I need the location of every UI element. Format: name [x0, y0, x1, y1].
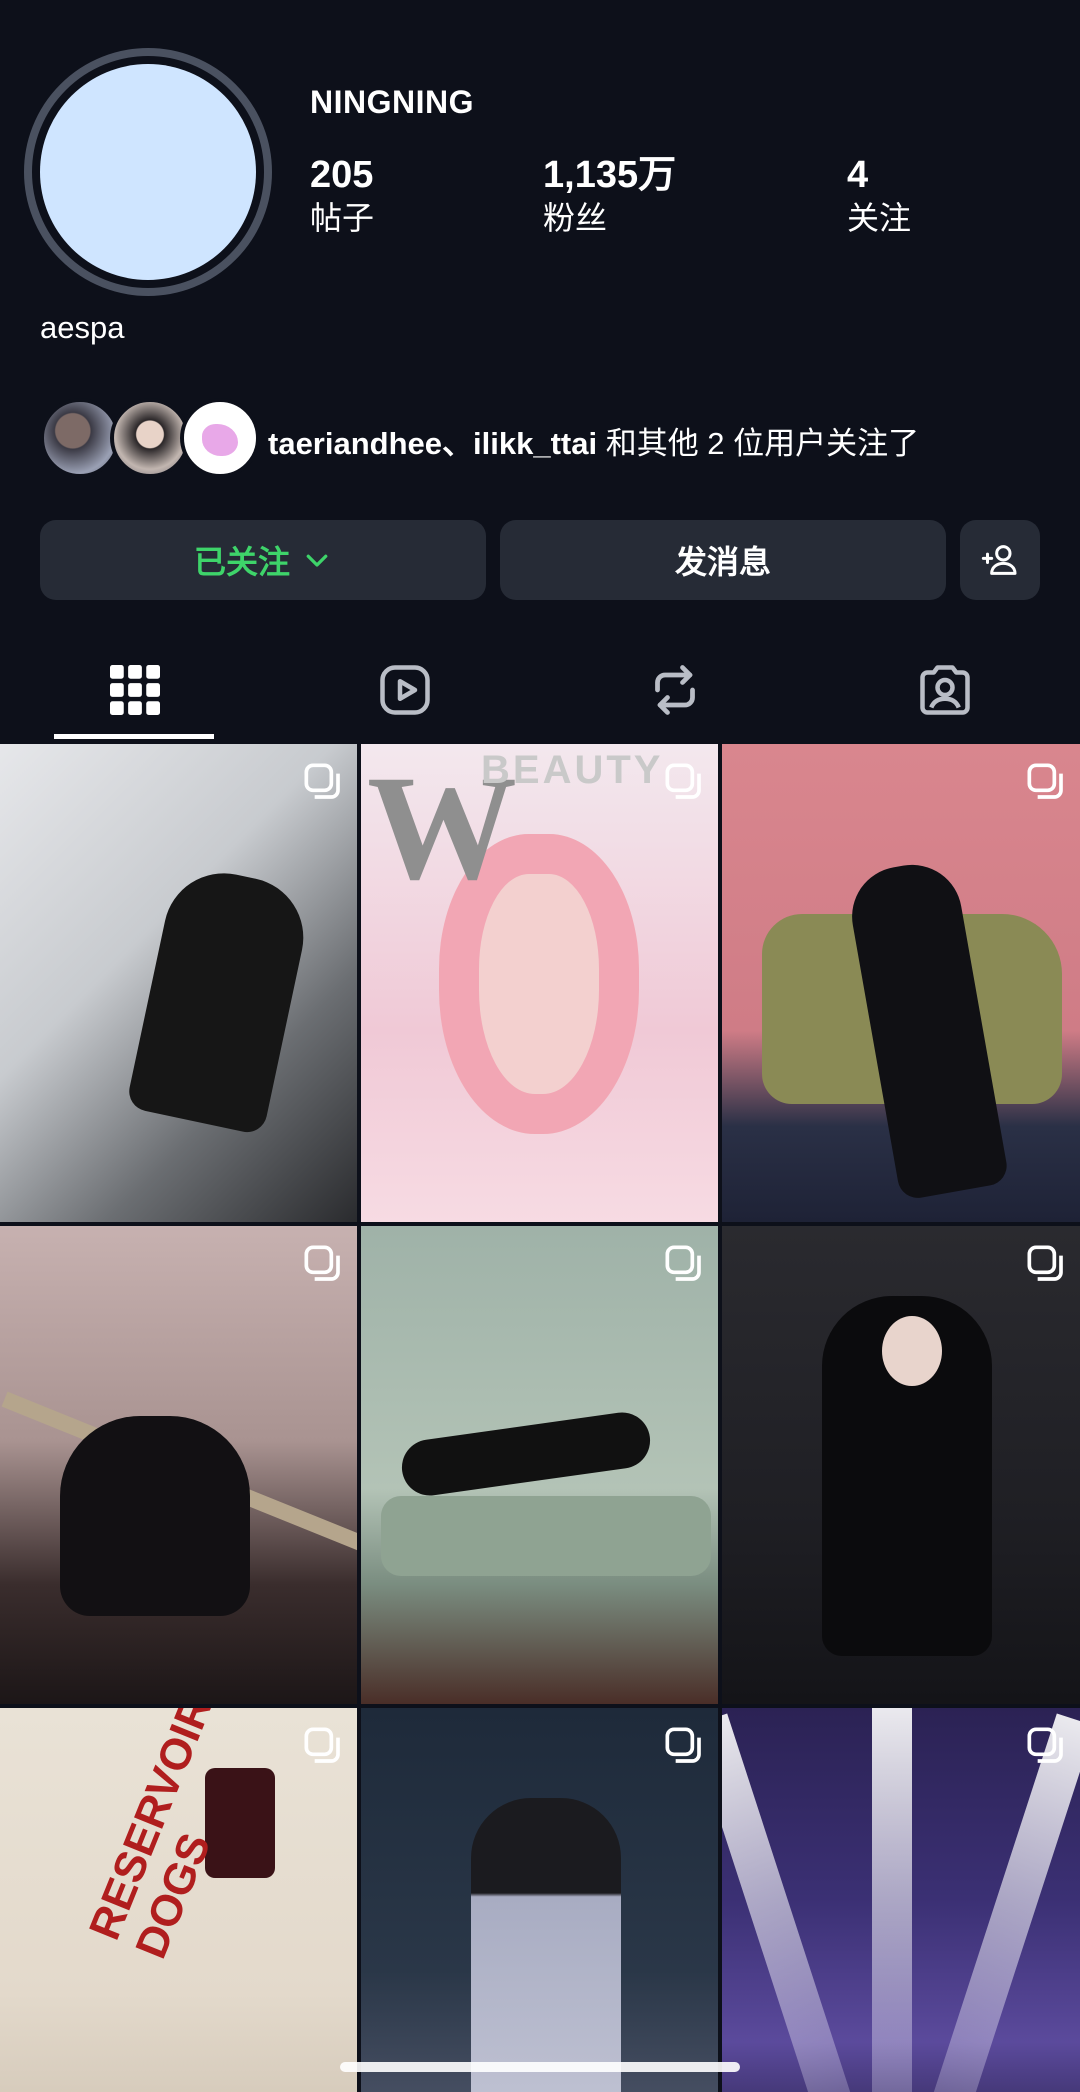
stage-light-beam [909, 1713, 1080, 2092]
username: NINGNING [310, 84, 474, 120]
add-user-icon [981, 545, 1017, 575]
post-thumbnail[interactable]: W BEAUTY [361, 744, 718, 1222]
multiple-photos-icon [665, 1727, 701, 1763]
post-thumbnail[interactable] [722, 1708, 1080, 2092]
display-name: aespa [40, 310, 125, 345]
multiple-photos-icon [304, 1727, 340, 1763]
stage-light-beam [722, 1713, 875, 2092]
multiple-photos-icon [1027, 1727, 1063, 1763]
mutual-followers-suffix: 和其他 2 位用户关注了 [597, 426, 920, 461]
tab-tagged[interactable] [810, 640, 1080, 740]
post-thumbnail[interactable]: RESERVOIR DOGS [0, 1708, 357, 2092]
post-thumbnail[interactable] [0, 744, 357, 1222]
multiple-photos-icon [665, 1245, 701, 1281]
post-thumbnail[interactable] [722, 1226, 1080, 1704]
chevron-down-icon [306, 554, 328, 567]
post-face [882, 1316, 942, 1386]
tab-reels[interactable] [270, 640, 540, 740]
post-thumbnail[interactable] [361, 1226, 718, 1704]
add-user-button[interactable] [960, 520, 1040, 600]
profile-header: aespa NINGNING 205 帖子 1,135万 粉丝 4 关注 tae… [0, 0, 1080, 750]
mutual-followers[interactable]: taeriandhee、ilikk_ttai 和其他 2 位用户关注了 [40, 398, 1060, 478]
message-button-label: 发消息 [674, 544, 771, 580]
multiple-photos-icon [304, 1245, 340, 1281]
stat-posts[interactable]: 205 帖子 [310, 154, 375, 236]
post-figure [471, 1798, 621, 2092]
avatar[interactable] [24, 48, 272, 296]
magazine-subtitle: BEAUTY [481, 748, 664, 792]
multiple-photos-icon [1027, 1245, 1063, 1281]
mutual-avatar [110, 398, 190, 478]
grid-icon [110, 665, 160, 715]
stat-following-value: 4 [847, 154, 869, 196]
mutual-avatar [40, 398, 120, 478]
multiple-photos-icon [304, 763, 340, 799]
post-thumbnail[interactable] [722, 744, 1080, 1222]
mutual-avatar [180, 398, 260, 478]
avatar-image [40, 64, 256, 280]
stat-followers-value: 1,135万 [543, 154, 677, 196]
mutual-avatar-logo [202, 424, 238, 456]
tab-reposts[interactable] [540, 640, 810, 740]
tagged-icon [920, 665, 970, 715]
stat-following[interactable]: 4 关注 [847, 154, 912, 236]
active-tab-indicator [54, 734, 214, 739]
post-bed [381, 1496, 711, 1576]
mutual-followers-names: taeriandhee、ilikk_ttai [268, 426, 598, 461]
mutual-followers-text: taeriandhee、ilikk_ttai 和其他 2 位用户关注了 [268, 418, 919, 463]
post-figure [60, 1416, 250, 1616]
following-button[interactable]: 已关注 [40, 520, 486, 600]
stat-posts-value: 205 [310, 154, 374, 196]
stat-posts-label: 帖子 [310, 199, 375, 236]
repost-icon [655, 665, 695, 715]
multiple-photos-icon [665, 763, 701, 799]
post-thumbnail[interactable] [0, 1226, 357, 1704]
stat-following-label: 关注 [847, 199, 912, 236]
tab-posts-grid[interactable] [0, 640, 270, 740]
post-figure [398, 1408, 654, 1500]
multiple-photos-icon [1027, 763, 1063, 799]
posts-grid: W BEAUTY RESERVOIR DOGS [0, 744, 1080, 2092]
following-button-label: 已关注 [193, 544, 290, 580]
post-figure [125, 862, 315, 1136]
stage-light-beam [872, 1708, 912, 2092]
profile-tabs [0, 640, 1080, 740]
reels-icon [380, 665, 430, 715]
home-indicator[interactable] [340, 2062, 740, 2072]
stat-followers-label: 粉丝 [543, 199, 608, 236]
message-button[interactable]: 发消息 [500, 520, 946, 600]
stat-followers[interactable]: 1,135万 粉丝 [543, 154, 677, 236]
post-thumbnail[interactable] [361, 1708, 718, 2092]
